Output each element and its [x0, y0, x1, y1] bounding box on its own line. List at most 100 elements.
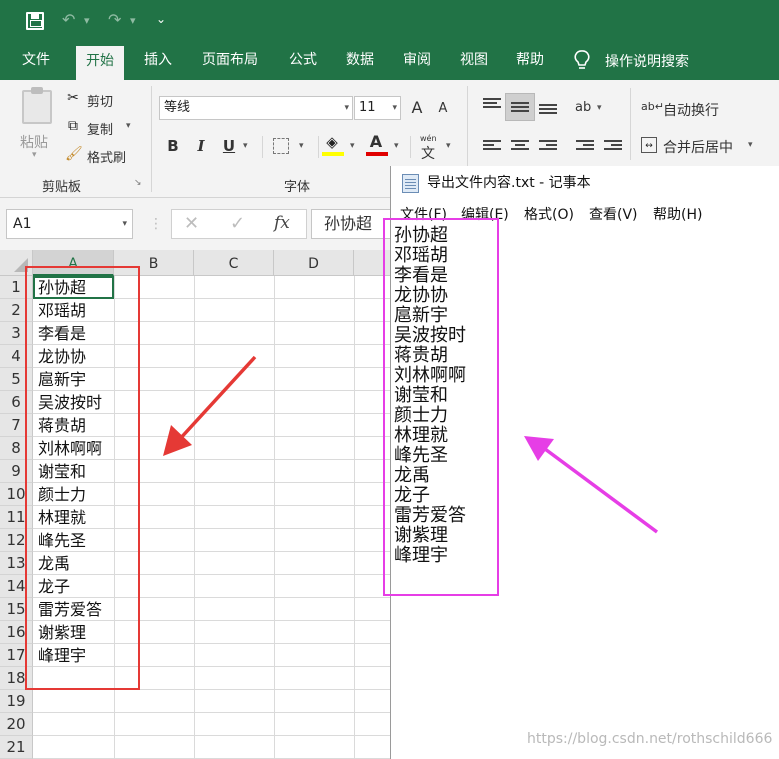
increase-font-size-button[interactable]: A	[407, 98, 427, 117]
underline-dropdown-icon[interactable]: ▾	[243, 141, 248, 151]
notepad-title-bar: 导出文件内容.txt - 记事本	[391, 166, 779, 200]
phonetic-guide-label[interactable]: wén	[420, 134, 437, 143]
row-header[interactable]: 20	[0, 713, 33, 736]
bold-button[interactable]: B	[163, 137, 183, 155]
tell-me-search[interactable]: 操作说明搜索	[605, 51, 689, 71]
orientation-icon[interactable]: ab	[575, 100, 591, 116]
gridline	[354, 276, 355, 759]
separator	[410, 136, 411, 158]
watermark: https://blog.csdn.net/rothschild666	[527, 731, 773, 747]
tab-insert[interactable]: 插入	[134, 42, 182, 80]
paste-icon[interactable]	[22, 87, 52, 124]
tab-data[interactable]: 数据	[336, 42, 384, 80]
copy-dropdown-icon[interactable]: ▾	[126, 121, 131, 131]
merge-center-button[interactable]: 合并后居中	[663, 137, 733, 157]
excel-title-bar: ↶ ▾ ↷ ▾ ⌄	[0, 0, 779, 42]
group-separator	[151, 86, 152, 192]
separator	[630, 88, 631, 160]
borders-dropdown-icon[interactable]: ▾	[299, 141, 304, 151]
merge-dropdown-icon[interactable]: ▾	[748, 140, 753, 150]
middle-align-icon[interactable]	[511, 102, 529, 116]
gridline	[33, 735, 392, 736]
lightbulb-icon	[574, 50, 590, 69]
menu-help[interactable]: 帮助(H)	[653, 204, 702, 224]
separator	[262, 136, 263, 158]
tab-formulas[interactable]: 公式	[279, 42, 327, 80]
gridline	[274, 276, 275, 759]
underline-button[interactable]: U	[219, 137, 239, 155]
excel-highlight-box	[25, 266, 140, 690]
chevron-down-icon: ▾	[122, 219, 127, 229]
align-center-icon[interactable]	[511, 140, 529, 154]
font-size-combo[interactable]: 11 ▾	[354, 96, 401, 120]
fill-color-dropdown-icon[interactable]: ▾	[350, 141, 355, 151]
formula-bar-grip-icon: ⋮	[149, 216, 163, 232]
wrap-text-button[interactable]: 自动换行	[663, 100, 719, 120]
formula-bar: A1 ▾ ⋮ ✕ ✓ fx 孙协超	[0, 198, 401, 250]
menu-format[interactable]: 格式(O)	[524, 204, 574, 224]
copy-button[interactable]: 复制	[87, 119, 113, 138]
format-painter-icon: 🖌	[65, 146, 83, 162]
italic-button[interactable]: I	[191, 137, 211, 155]
borders-icon[interactable]	[273, 138, 289, 154]
font-name-value: 等线	[164, 100, 191, 115]
orientation-dropdown-icon[interactable]: ▾	[597, 103, 602, 113]
redo-dropdown-icon[interactable]: ▾	[130, 10, 136, 32]
scissors-icon: ✂	[67, 90, 79, 106]
clipboard-launcher-icon[interactable]: ↘	[134, 178, 142, 188]
paste-dropdown-icon[interactable]: ▾	[32, 150, 37, 160]
enter-icon[interactable]: ✓	[230, 213, 245, 234]
notepad-title: 导出文件内容.txt - 记事本	[427, 175, 591, 191]
tab-page-layout[interactable]: 页面布局	[192, 42, 268, 80]
name-box-value: A1	[13, 216, 32, 232]
align-right-icon[interactable]	[539, 140, 557, 154]
notepad-icon	[402, 174, 419, 193]
decrease-font-size-button[interactable]: A	[433, 101, 453, 116]
tab-view[interactable]: 视图	[450, 42, 498, 80]
font-color-swatch	[366, 152, 388, 156]
cancel-icon[interactable]: ✕	[184, 213, 199, 234]
row-header[interactable]: 19	[0, 690, 33, 713]
undo-icon[interactable]: ↶	[62, 9, 75, 31]
row-header[interactable]: 21	[0, 736, 33, 759]
decrease-indent-icon[interactable]	[576, 140, 594, 154]
insert-function-button[interactable]: fx	[274, 213, 290, 233]
gridline	[194, 276, 195, 759]
formula-buttons: ✕ ✓ fx	[171, 209, 307, 239]
merge-center-icon: ↔	[641, 137, 657, 153]
font-color-dropdown-icon[interactable]: ▾	[394, 141, 399, 151]
paste-button[interactable]: 粘贴	[20, 132, 48, 152]
fill-color-icon[interactable]: ◈	[324, 134, 340, 150]
font-color-button[interactable]: A	[366, 132, 386, 151]
tab-home[interactable]: 开始	[76, 46, 124, 80]
tab-file[interactable]: 文件	[12, 42, 60, 80]
increase-indent-icon[interactable]	[604, 140, 622, 154]
align-left-icon[interactable]	[483, 140, 501, 154]
chevron-down-icon: ▾	[392, 103, 397, 113]
format-painter-button[interactable]: 格式刷	[87, 147, 126, 166]
column-header-d[interactable]: D	[274, 250, 354, 276]
name-box[interactable]: A1 ▾	[6, 209, 133, 239]
tab-review[interactable]: 审阅	[393, 42, 441, 80]
clipboard-group-label: 剪贴板	[42, 180, 82, 195]
font-group-label: 字体	[284, 180, 311, 195]
separator	[318, 136, 319, 158]
chevron-down-icon: ▾	[344, 103, 349, 113]
tab-help[interactable]: 帮助	[506, 42, 554, 80]
bottom-align-icon[interactable]	[539, 104, 557, 118]
gridline	[33, 712, 392, 713]
customize-toolbar-icon[interactable]: ⌄	[156, 8, 166, 30]
font-name-combo[interactable]: 等线 ▾	[159, 96, 353, 120]
save-icon[interactable]	[26, 12, 44, 30]
copy-icon: ⧉	[68, 118, 78, 134]
column-header-c[interactable]: C	[194, 250, 274, 276]
cut-button[interactable]: 剪切	[87, 91, 113, 110]
font-size-value: 11	[359, 100, 376, 115]
menu-view[interactable]: 查看(V)	[589, 204, 638, 224]
redo-icon[interactable]: ↷	[108, 9, 121, 31]
undo-dropdown-icon[interactable]: ▾	[84, 10, 90, 32]
phonetic-dropdown-icon[interactable]: ▾	[446, 141, 451, 151]
fill-color-swatch	[322, 152, 344, 156]
phonetic-guide-icon[interactable]: 文	[421, 143, 435, 163]
top-align-icon[interactable]	[483, 98, 501, 112]
